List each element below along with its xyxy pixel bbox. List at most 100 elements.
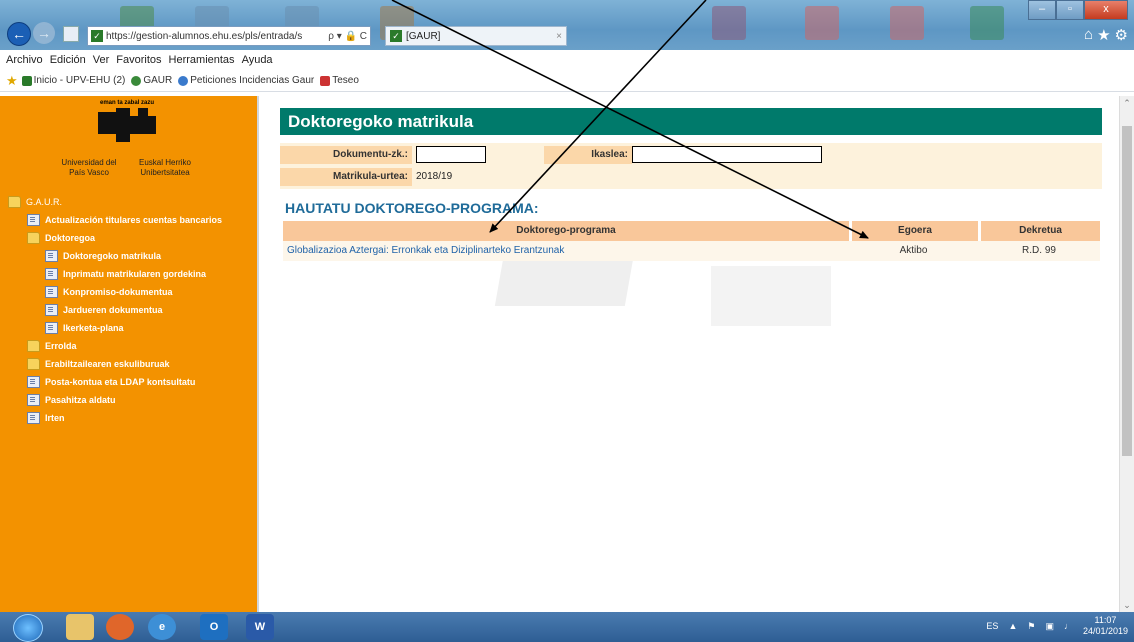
- browser-tab[interactable]: ✓ [GAUR] ×: [385, 26, 567, 46]
- firefox-icon[interactable]: [106, 614, 134, 640]
- language-indicator[interactable]: ES: [986, 621, 998, 631]
- menu-edicion[interactable]: Edición: [50, 54, 86, 66]
- program-link[interactable]: Globalizazioa Aztergai: Erronkak eta Diz…: [283, 241, 849, 261]
- column-header-egoera: Egoera: [849, 221, 978, 241]
- favorite-link-teseo[interactable]: Teseo: [320, 75, 359, 86]
- sidebar: eman ta zabal zazu Universidad del País …: [0, 96, 259, 612]
- vertical-scrollbar[interactable]: ⌃ ⌄: [1119, 96, 1134, 612]
- menu-ayuda[interactable]: Ayuda: [242, 54, 273, 66]
- internet-explorer-icon[interactable]: e: [148, 614, 176, 640]
- tree-item-errolda[interactable]: Errolda: [8, 337, 222, 355]
- browser-titlebar: ← → ✓ https://gestion-alumnos.ehu.es/pls…: [0, 0, 1134, 50]
- page-icon: [63, 26, 79, 42]
- menu-bar: Archivo Edición Ver Favoritos Herramient…: [0, 50, 1134, 70]
- menu-herramientas[interactable]: Herramientas: [169, 54, 235, 66]
- page-title: Doktoregoko matrikula: [280, 108, 1102, 135]
- address-bar[interactable]: ✓ https://gestion-alumnos.ehu.es/pls/ent…: [87, 26, 371, 46]
- tree-item-irten[interactable]: Irten: [8, 409, 222, 427]
- minimize-button[interactable]: –: [1028, 0, 1056, 20]
- tree-item-ikerketa-plana[interactable]: Ikerketa-plana: [8, 319, 222, 337]
- clock[interactable]: 11:07 24/01/2019: [1083, 615, 1128, 637]
- favorite-link-gaur[interactable]: GAUR: [131, 75, 172, 86]
- navigation-tree: G.A.U.R. Actualización titulares cuentas…: [8, 193, 222, 427]
- scroll-down-icon[interactable]: ⌄: [1120, 598, 1134, 612]
- browser-toolbar-icons: ⌂ ★ ⚙: [1084, 26, 1128, 44]
- outlook-icon[interactable]: O: [200, 614, 228, 640]
- background-app-icon: [970, 6, 1004, 40]
- document-icon: [27, 412, 40, 424]
- favorites-star-icon[interactable]: ★: [6, 73, 18, 89]
- background-app-icon: [890, 6, 924, 40]
- favorite-link-peticiones[interactable]: Peticiones Incidencias Gaur: [178, 75, 314, 86]
- tab-label: [GAUR]: [406, 30, 441, 42]
- logo-emblem: [98, 108, 156, 144]
- volume-icon[interactable]: ♩: [1064, 621, 1073, 631]
- address-controls[interactable]: ρ ▾ 🔒 C: [325, 31, 370, 42]
- table-row[interactable]: Globalizazioa Aztergai: Erronkak eta Diz…: [283, 241, 1100, 261]
- gaur-icon: [131, 75, 142, 86]
- university-logo: eman ta zabal zazu Universidad del País …: [52, 100, 202, 180]
- document-icon: [27, 376, 40, 388]
- background-watermark: [711, 266, 831, 326]
- back-arrow-icon[interactable]: ←: [7, 22, 31, 46]
- word-icon[interactable]: W: [246, 614, 274, 640]
- logo-motto: eman ta zabal zazu: [99, 100, 155, 106]
- scroll-up-icon[interactable]: ⌃: [1120, 96, 1134, 110]
- favorite-link-inicio[interactable]: Inicio - UPV-EHU (2): [21, 75, 125, 86]
- tree-item-inprimatu[interactable]: Inprimatu matrikularen gordekina: [8, 265, 222, 283]
- window-controls: – ▫ x: [1028, 0, 1128, 20]
- tree-item-jardueren[interactable]: Jardueren dokumentua: [8, 301, 222, 319]
- settings-gear-icon[interactable]: ⚙: [1115, 26, 1128, 44]
- matrikula-urtea-value: 2018/19: [416, 171, 453, 182]
- menu-favoritos[interactable]: Favoritos: [116, 54, 161, 66]
- document-icon: [45, 286, 58, 298]
- column-header-dekretua: Dekretua: [978, 221, 1100, 241]
- tree-item-konpromiso[interactable]: Konpromiso-dokumentua: [8, 283, 222, 301]
- menu-ver[interactable]: Ver: [93, 54, 110, 66]
- start-orb[interactable]: [13, 614, 43, 642]
- background-app-icon: [712, 6, 746, 40]
- document-icon: [45, 250, 58, 262]
- favorites-star-icon[interactable]: ★: [1097, 26, 1110, 44]
- tree-item-doktoregoa[interactable]: Doktoregoa: [8, 229, 222, 247]
- ikaslea-field[interactable]: [632, 146, 822, 163]
- dokumentu-field[interactable]: [416, 146, 486, 163]
- table-header: Doktorego-programa Egoera Dekretua: [283, 221, 1100, 241]
- url-text[interactable]: https://gestion-alumnos.ehu.es/pls/entra…: [106, 31, 325, 42]
- document-icon: [45, 268, 58, 280]
- teseo-icon: [320, 75, 331, 86]
- flag-icon[interactable]: ⚑: [1027, 621, 1035, 632]
- tray-expand-icon[interactable]: ▲: [1008, 621, 1017, 631]
- tree-item-actualizacion[interactable]: Actualización titulares cuentas bancario…: [8, 211, 222, 229]
- column-header-programa: Doktorego-programa: [516, 225, 616, 236]
- folder-icon: [27, 232, 40, 244]
- forward-arrow-icon[interactable]: →: [33, 22, 55, 44]
- favorites-bar: ★ Inicio - UPV-EHU (2) GAUR Peticiones I…: [0, 70, 1134, 92]
- maximize-button[interactable]: ▫: [1056, 0, 1084, 20]
- menu-archivo[interactable]: Archivo: [6, 54, 43, 66]
- egoera-cell: Aktibo: [899, 245, 928, 256]
- close-button[interactable]: x: [1084, 0, 1128, 20]
- dokumentu-label: Dokumentu-zk.:: [280, 146, 412, 164]
- globe-icon: [178, 75, 189, 86]
- tree-item-eskuliburuak[interactable]: Erabiltzailearen eskuliburuak: [8, 355, 222, 373]
- folder-icon: [27, 340, 40, 352]
- tree-item-doktoregoko-matrikula[interactable]: Doktoregoko matrikula: [8, 247, 222, 265]
- home-icon[interactable]: ⌂: [1084, 26, 1093, 44]
- tree-item-pasahitza[interactable]: Pasahitza aldatu: [8, 391, 222, 409]
- clock-date: 24/01/2019: [1082, 626, 1128, 636]
- network-icon[interactable]: ▣: [1045, 621, 1054, 632]
- dekretua-cell: R.D. 99: [1022, 245, 1056, 256]
- scroll-thumb[interactable]: [1122, 126, 1132, 456]
- site-check-icon: ✓: [91, 30, 103, 42]
- matrikula-urtea-label: Matrikula-urtea:: [280, 168, 412, 186]
- taskbar: e O W ES ▲ ⚑ ▣ ♩ 11:07 24/01/2019: [0, 612, 1134, 642]
- folder-icon: [27, 358, 40, 370]
- tab-site-icon: ✓: [390, 30, 402, 42]
- tree-item-posta-kontua[interactable]: Posta-kontua eta LDAP kontsultatu: [8, 373, 222, 391]
- logo-name-basque: Euskal Herriko Unibertsitatea: [138, 158, 191, 177]
- document-icon: [45, 322, 58, 334]
- tab-close-icon[interactable]: ×: [552, 31, 566, 42]
- tree-item-gaur[interactable]: G.A.U.R.: [8, 193, 222, 211]
- file-explorer-icon[interactable]: [66, 614, 94, 640]
